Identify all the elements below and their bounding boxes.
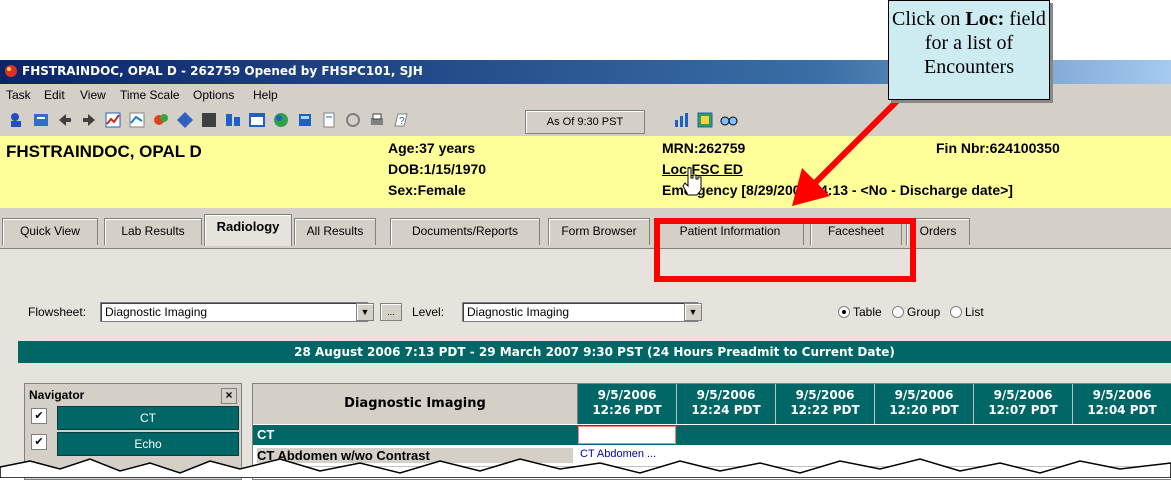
callout-text-before: Click on — [892, 8, 966, 30]
flowsheet-label: Flowsheet: — [28, 305, 87, 319]
help-icon[interactable]: ? — [392, 111, 410, 129]
grid-column-header[interactable]: 9/5/2006 12:24 PDT — [677, 384, 776, 424]
callout-text-bold: Loc: — [965, 8, 1005, 30]
table-icon[interactable] — [696, 111, 714, 129]
navigator-title: Navigator — [29, 388, 85, 402]
patient-search-icon[interactable] — [8, 111, 26, 129]
navigator-close-icon[interactable]: × — [221, 388, 237, 404]
grid-column-headers: 9/5/2006 12:26 PDT 9/5/2006 12:24 PDT 9/5/… — [578, 384, 1171, 424]
view-group-radio[interactable] — [892, 306, 904, 318]
menu-help[interactable]: Help — [253, 88, 278, 102]
globe-icon[interactable] — [272, 111, 290, 129]
glasses-icon[interactable] — [720, 111, 738, 129]
loc-highlight-box — [654, 218, 916, 282]
flowsheet-icon[interactable] — [104, 111, 122, 129]
tab-documents-reports[interactable]: Documents/Reports — [390, 218, 540, 245]
grid-header-title: Diagnostic Imaging — [253, 384, 578, 424]
grid-row-label: CT — [257, 427, 275, 442]
tab-radiology[interactable]: Radiology — [204, 214, 292, 246]
calculator-icon[interactable] — [296, 111, 314, 129]
stop-icon[interactable] — [200, 111, 218, 129]
as-of-time-button[interactable]: As Of 9:30 PST — [525, 110, 645, 134]
tools-icon[interactable] — [152, 111, 170, 129]
tab-quick-view[interactable]: Quick View — [2, 218, 98, 245]
torn-edge-decoration — [0, 458, 1171, 478]
flowsheet-ellipsis-button[interactable]: ... — [380, 303, 402, 321]
toolbar: ? As Of 9:30 PST — [0, 106, 1171, 136]
fin-number: Fin Nbr:624100350 — [936, 140, 1060, 156]
patient-dob: DOB:1/15/1970 — [388, 161, 487, 177]
chart-access-icon[interactable] — [32, 111, 50, 129]
date-range-bar: 28 August 2006 7:13 PDT - 29 March 2007 … — [18, 341, 1171, 363]
print-icon[interactable] — [368, 111, 386, 129]
window-title: FHSTRAINDOC, OPAL D - 262759 Opened by F… — [22, 64, 423, 78]
level-label: Level: — [412, 305, 445, 319]
radiology-panel: Flowsheet: Diagnostic Imaging ▼ ... Leve… — [0, 249, 1171, 480]
tab-bar: Quick View Lab Results Radiology All Res… — [0, 208, 1171, 249]
patient-sex: Sex:Female — [388, 182, 466, 198]
note-icon[interactable] — [320, 111, 338, 129]
grid-column-header[interactable]: 9/5/2006 12:20 PDT — [875, 384, 974, 424]
calendar-icon[interactable] — [248, 111, 266, 129]
grid-column-header[interactable]: 9/5/2006 12:22 PDT — [776, 384, 875, 424]
grid-cell[interactable] — [578, 426, 676, 444]
tab-all-results[interactable]: All Results — [294, 218, 376, 245]
flowsheet-select[interactable]: Diagnostic Imaging — [100, 302, 368, 322]
link-icon[interactable] — [344, 111, 362, 129]
table-row[interactable]: CT — [253, 425, 1171, 445]
menu-options[interactable]: Options — [193, 88, 234, 102]
patient-mrn: MRN:262759 — [662, 140, 746, 156]
menu-time-scale[interactable]: Time Scale — [120, 88, 180, 102]
grid-column-header[interactable]: 9/5/2006 12:07 PDT — [974, 384, 1073, 424]
navigator-echo-checkbox[interactable]: ✔ — [31, 434, 47, 450]
graph-icon[interactable] — [128, 111, 146, 129]
menu-view[interactable]: View — [80, 88, 106, 102]
view-table-radio[interactable] — [838, 306, 850, 318]
diamond-icon[interactable] — [176, 111, 194, 129]
app-icon — [5, 65, 17, 77]
view-list-label: List — [965, 305, 984, 319]
navigator-ct-checkbox[interactable]: ✔ — [31, 408, 47, 424]
back-arrow-icon[interactable] — [56, 111, 74, 129]
menu-task[interactable]: Task — [6, 88, 31, 102]
hand-cursor-icon — [682, 167, 702, 196]
tasks-icon[interactable] — [224, 111, 242, 129]
view-list-radio[interactable] — [950, 306, 962, 318]
flowsheet-dropdown-arrow-icon[interactable]: ▼ — [356, 303, 374, 321]
view-table-label: Table — [853, 305, 882, 319]
view-group-label: Group — [907, 305, 941, 319]
tab-lab-results[interactable]: Lab Results — [104, 218, 202, 245]
instruction-callout: Click on Loc: field for a list of Encoun… — [888, 0, 1050, 100]
grid-column-header[interactable]: 9/5/2006 12:04 PDT — [1073, 384, 1171, 424]
svg-text:?: ? — [399, 116, 405, 127]
tab-form-browser[interactable]: Form Browser — [548, 218, 650, 245]
level-select[interactable]: Diagnostic Imaging — [462, 302, 698, 322]
patient-banner: FHSTRAINDOC, OPAL D Age:37 years DOB:1/1… — [0, 136, 1171, 208]
patient-name: FHSTRAINDOC, OPAL D — [6, 142, 202, 161]
navigator-item-ct[interactable]: CT — [57, 406, 239, 430]
grid-column-header[interactable]: 9/5/2006 12:26 PDT — [578, 384, 677, 424]
menu-edit[interactable]: Edit — [44, 88, 65, 102]
forward-arrow-icon[interactable] — [80, 111, 98, 129]
red-arrow-icon — [792, 85, 913, 206]
level-dropdown-arrow-icon[interactable]: ▼ — [684, 303, 702, 321]
bar-chart-icon[interactable] — [672, 111, 690, 129]
patient-age: Age:37 years — [388, 140, 476, 156]
